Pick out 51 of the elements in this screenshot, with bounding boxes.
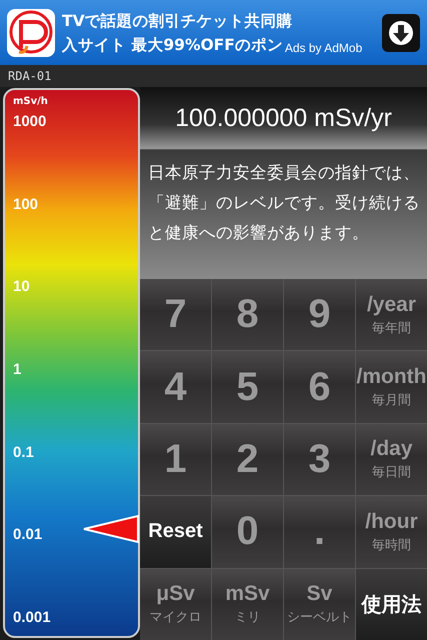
unit-key[interactable]: /year 毎年間 bbox=[356, 279, 427, 350]
unit-label: /year bbox=[366, 292, 416, 317]
scale-label: 100 bbox=[13, 196, 40, 213]
scale-label: 1 bbox=[13, 360, 22, 378]
download-icon[interactable] bbox=[381, 12, 421, 52]
scale-unit: mSv/h bbox=[13, 96, 49, 107]
unit-label: μSv bbox=[156, 582, 195, 606]
unit-label: Sv bbox=[306, 582, 332, 606]
dose-value: 100.000000 mSv/yr bbox=[175, 104, 392, 132]
unit-caption: シーベルト bbox=[287, 608, 352, 626]
digit-key[interactable]: 7 bbox=[140, 279, 211, 350]
unit-key[interactable]: Sv シーベルト bbox=[284, 568, 355, 640]
digit-key[interactable]: 9 bbox=[284, 279, 355, 350]
unit-caption: 毎年間 bbox=[372, 318, 411, 337]
unit-caption: 毎時間 bbox=[372, 536, 411, 554]
ad-text: 入サイト 最大99%OFFのポン bbox=[62, 34, 283, 54]
unit-key[interactable]: /hour 毎時間 bbox=[356, 496, 427, 568]
action-button[interactable]: 使用法 bbox=[356, 568, 427, 640]
scale-label: 1000 bbox=[13, 113, 48, 130]
ad-text: TVで話題の割引チケット共同購 bbox=[62, 10, 293, 30]
unit-label: /day bbox=[370, 437, 413, 462]
digit-key[interactable]: 2 bbox=[212, 424, 283, 496]
digit-key[interactable]: 6 bbox=[284, 351, 355, 423]
digit-key[interactable]: 4 bbox=[140, 351, 211, 423]
ad-attribution: Ads by AdMob bbox=[284, 40, 362, 54]
scale-label: 10 bbox=[13, 278, 31, 296]
level-pointer bbox=[82, 514, 140, 544]
unit-label: /month bbox=[356, 365, 426, 390]
unit-key[interactable]: mSv ミリ bbox=[212, 568, 283, 640]
unit-label: mSv bbox=[225, 582, 270, 606]
unit-key[interactable]: /month 毎月間 bbox=[356, 351, 427, 423]
logo-icon bbox=[6, 8, 56, 58]
scale-label: 0.1 bbox=[13, 444, 35, 461]
unit-caption: マイクロ bbox=[150, 608, 202, 626]
app-title: RDA-01 bbox=[8, 69, 52, 83]
scale-label: 0.001 bbox=[13, 608, 52, 626]
unit-caption: 毎日間 bbox=[372, 463, 411, 482]
unit-caption: ミリ bbox=[234, 608, 260, 626]
digit-key[interactable]: 0 bbox=[212, 496, 283, 568]
digit-key[interactable]: 1 bbox=[140, 424, 211, 496]
decimal-key[interactable]: . bbox=[284, 496, 355, 568]
action-button[interactable]: Reset bbox=[140, 496, 211, 568]
guidance-message: 日本原子力安全委員会の指針では、「避難」のレベルです。受け続けると健康への影響があります。 bbox=[148, 162, 421, 244]
unit-label: /hour bbox=[365, 510, 418, 534]
digit-key[interactable]: 8 bbox=[212, 279, 283, 350]
digit-key[interactable]: 5 bbox=[212, 351, 283, 423]
unit-key[interactable]: μSv マイクロ bbox=[140, 568, 211, 640]
digit-key[interactable]: 3 bbox=[284, 424, 355, 496]
unit-key[interactable]: /day 毎日間 bbox=[356, 424, 427, 496]
unit-caption: 毎月間 bbox=[372, 391, 411, 410]
scale-label: 0.01 bbox=[13, 526, 44, 544]
